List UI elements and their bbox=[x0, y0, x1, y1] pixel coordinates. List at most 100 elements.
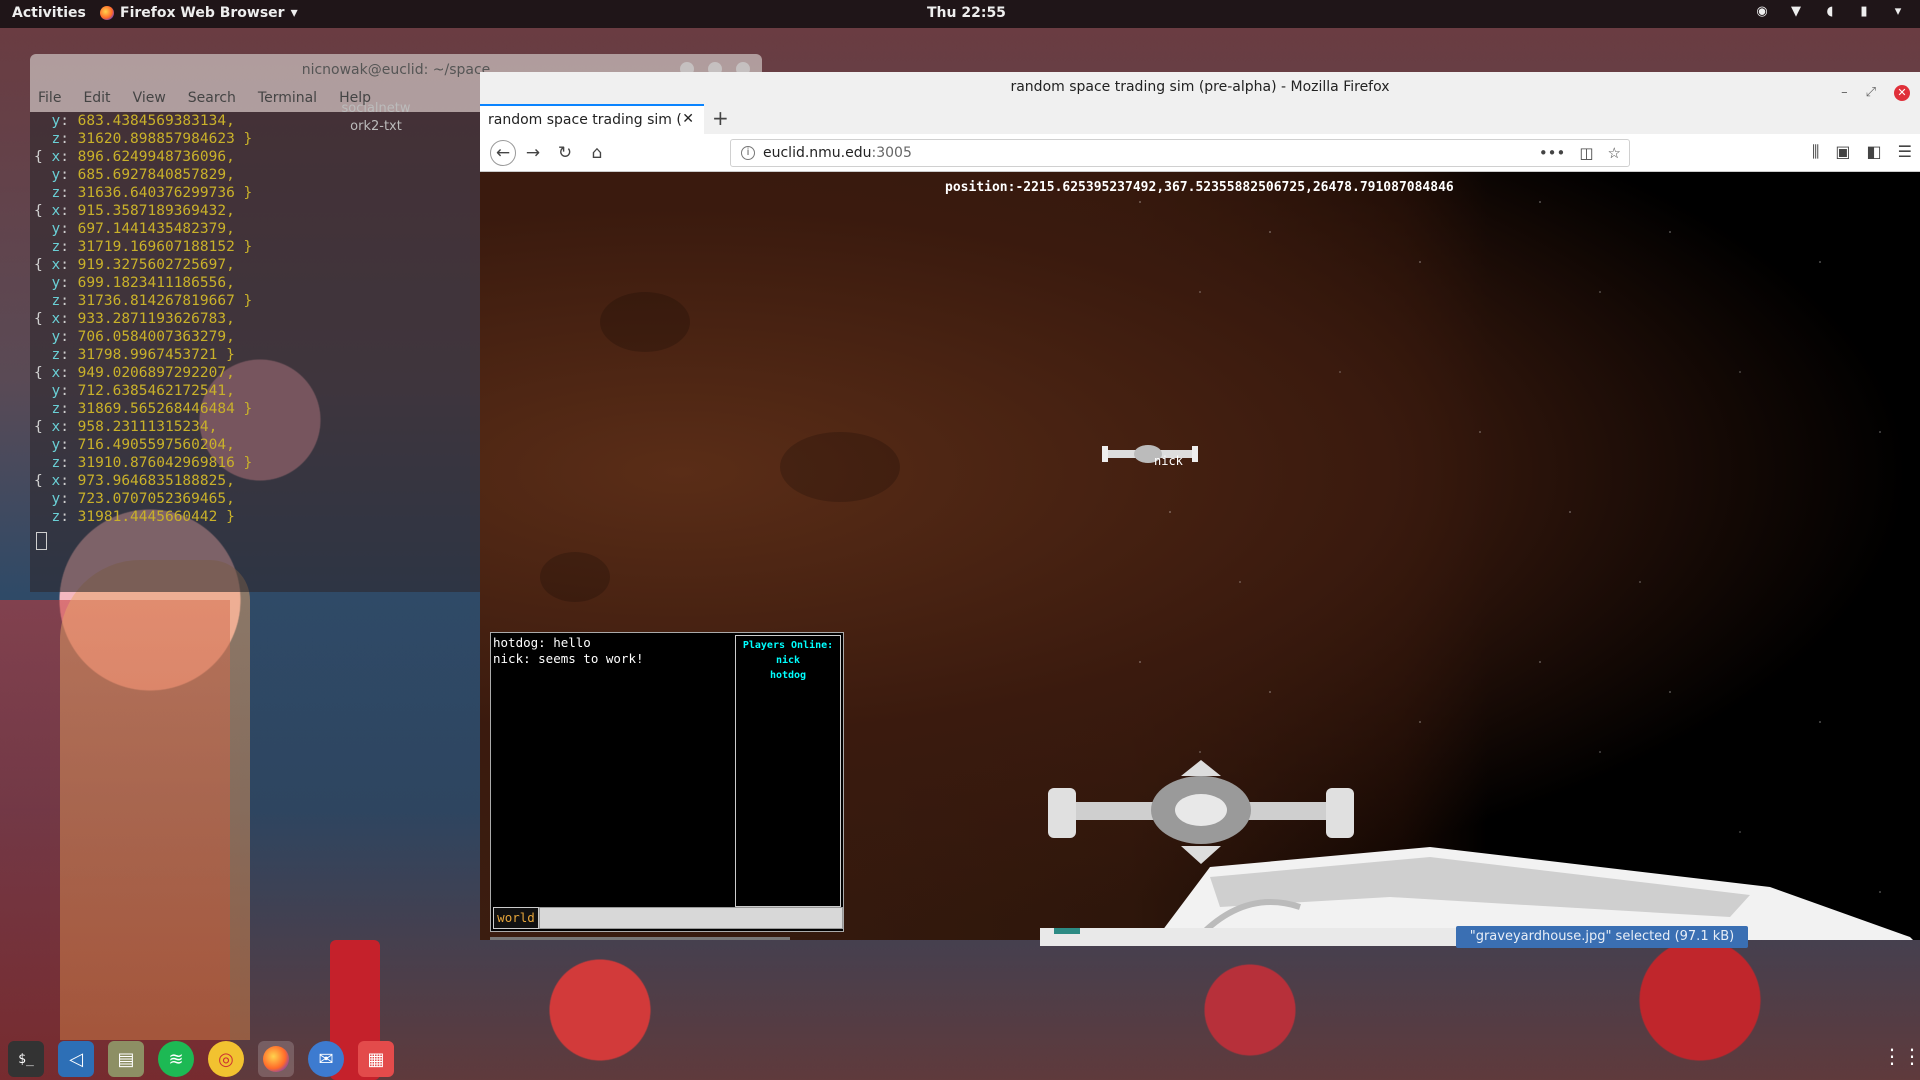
info-icon[interactable]: i bbox=[741, 146, 755, 160]
forward-icon[interactable]: → bbox=[522, 142, 544, 164]
url-bar[interactable]: i euclid.nmu.edu:3005 ••• ◫ ☆ bbox=[730, 139, 1630, 167]
terminal-line-value: 716.4905597560204, bbox=[77, 437, 235, 453]
terminal-line-key: z bbox=[51, 455, 61, 471]
terminal-line-separator: : bbox=[60, 383, 78, 399]
new-tab-button[interactable]: + bbox=[712, 106, 729, 130]
chevron-down-icon: ▾ bbox=[290, 5, 298, 21]
chromium-icon[interactable]: ◎ bbox=[208, 1041, 244, 1077]
terminal-line-value: 31798.9967453721 } bbox=[77, 347, 235, 363]
terminal-line: z: 31736.814267819667 } bbox=[34, 292, 480, 310]
system-tray[interactable]: ◉ ▼ ◖ ▮ ▾ bbox=[1754, 4, 1906, 20]
files-icon[interactable]: ▤ bbox=[108, 1041, 144, 1077]
terminal-line-prefix bbox=[34, 275, 51, 291]
menu-file[interactable]: File bbox=[38, 90, 61, 112]
terminal-line-prefix bbox=[34, 221, 51, 237]
clock[interactable]: Thu 22:55 bbox=[927, 5, 1006, 21]
terminal-line-separator: : bbox=[60, 455, 78, 471]
terminal-line-separator: : bbox=[60, 473, 78, 489]
pocket-icon[interactable]: ◫ bbox=[1579, 140, 1593, 166]
menu-edit[interactable]: Edit bbox=[83, 90, 110, 112]
bookmark-star-icon[interactable]: ☆ bbox=[1608, 140, 1621, 166]
tab-active[interactable]: random space trading sim ( ✕ bbox=[480, 104, 704, 134]
terminal-line-key: z bbox=[51, 509, 61, 525]
back-icon[interactable]: ← bbox=[490, 140, 516, 166]
terminal-line-value: 933.2871193626783, bbox=[77, 311, 235, 327]
chevron-down-icon: ▾ bbox=[1894, 4, 1902, 19]
terminal-line-prefix bbox=[34, 509, 51, 525]
terminal-line-prefix bbox=[34, 455, 51, 471]
terminal-line-prefix bbox=[34, 131, 51, 147]
app-menu[interactable]: Firefox Web Browser ▾ bbox=[100, 5, 298, 21]
library-icon[interactable]: ⫼ bbox=[1812, 142, 1819, 162]
position-readout: position:-2215.625395237492,367.52355882… bbox=[945, 180, 1454, 195]
terminal-line: z: 31719.169607188152 } bbox=[34, 238, 480, 256]
firefox-icon[interactable] bbox=[258, 1041, 294, 1077]
terminal-line-separator: : bbox=[60, 365, 78, 381]
terminal-line-key: y bbox=[51, 167, 61, 183]
terminal-line-prefix bbox=[34, 383, 51, 399]
terminal-line-key: y bbox=[51, 383, 61, 399]
terminal-line-prefix bbox=[34, 293, 51, 309]
channel-label[interactable]: world bbox=[493, 907, 539, 929]
firefox-titlebar[interactable]: random space trading sim (pre-alpha) - M… bbox=[480, 72, 1920, 102]
terminal-line-value: 31636.640376299736 } bbox=[77, 185, 253, 201]
chat-panel[interactable]: hotdog: hello nick: seems to work! Playe… bbox=[490, 632, 844, 932]
players-online-list: Players Online: nick hotdog bbox=[735, 635, 841, 907]
menu-search[interactable]: Search bbox=[188, 90, 236, 112]
terminal-line-separator: : bbox=[60, 131, 78, 147]
terminal-line: { x: 933.2871193626783, bbox=[34, 310, 480, 328]
player-entry: hotdog bbox=[769, 670, 807, 681]
terminal-output[interactable]: y: 683.4384569383134, z: 31620.898857984… bbox=[30, 112, 480, 592]
vscode-icon[interactable]: ◁ bbox=[58, 1041, 94, 1077]
terminal-line: { x: 949.0206897292207, bbox=[34, 364, 480, 382]
terminal-line: y: 716.4905597560204, bbox=[34, 436, 480, 454]
terminal-line-prefix bbox=[34, 167, 51, 183]
terminal-line: y: 697.1441435482379, bbox=[34, 220, 480, 238]
terminal-line-value: 973.9646835188825, bbox=[77, 473, 235, 489]
terminal-line-prefix bbox=[34, 437, 51, 453]
chat-icon[interactable]: ◉ bbox=[1754, 4, 1770, 20]
spotify-icon[interactable]: ≋ bbox=[158, 1041, 194, 1077]
terminal-line-key: x bbox=[51, 311, 61, 327]
window-title: random space trading sim (pre-alpha) - M… bbox=[1010, 79, 1390, 95]
terminal-line-prefix: { bbox=[34, 473, 52, 489]
game-canvas[interactable]: position:-2215.625395237492,367.52355882… bbox=[480, 172, 1920, 940]
player-ship-nick[interactable] bbox=[1100, 440, 1200, 468]
show-applications-icon[interactable]: ⋮⋮⋮ bbox=[1882, 1044, 1920, 1070]
planet-crater bbox=[540, 552, 610, 602]
terminal-cursor bbox=[36, 532, 47, 550]
menu-view[interactable]: View bbox=[133, 90, 166, 112]
menu-terminal[interactable]: Terminal bbox=[258, 90, 317, 112]
reload-icon[interactable]: ↻ bbox=[554, 142, 576, 164]
terminal-line-key: x bbox=[51, 365, 61, 381]
sidebar-icon[interactable]: ▣ bbox=[1835, 142, 1850, 162]
hamburger-menu-icon[interactable]: ☰ bbox=[1898, 142, 1912, 162]
image-viewer-icon[interactable]: ▦ bbox=[358, 1041, 394, 1077]
extension-icon[interactable]: ◧ bbox=[1867, 142, 1882, 162]
desktop-file-label[interactable]: socialnetw ork2-txt bbox=[326, 100, 426, 136]
close-tab-icon[interactable]: ✕ bbox=[682, 111, 694, 127]
home-icon[interactable]: ⌂ bbox=[586, 142, 608, 164]
terminal-line-key: z bbox=[51, 185, 61, 201]
close-icon[interactable]: ✕ bbox=[1894, 85, 1910, 101]
chat-message: hotdog: hello bbox=[493, 635, 591, 650]
terminal-line-separator: : bbox=[60, 401, 78, 417]
thunderbird-icon[interactable]: ✉ bbox=[308, 1041, 344, 1077]
terminal-line-key: y bbox=[51, 437, 61, 453]
terminal-line-key: z bbox=[51, 347, 61, 363]
top-bar: Activities Firefox Web Browser ▾ Thu 22:… bbox=[0, 0, 1920, 28]
players-header: Players Online: bbox=[742, 640, 834, 651]
terminal-line-separator: : bbox=[60, 221, 78, 237]
terminal-line: { x: 896.6249948736096, bbox=[34, 148, 480, 166]
page-actions-icon[interactable]: ••• bbox=[1539, 140, 1566, 166]
terminal-line-value: 919.3275602725697, bbox=[77, 257, 235, 273]
terminal-line-key: z bbox=[51, 293, 61, 309]
terminal-icon[interactable]: $_ bbox=[8, 1041, 44, 1077]
terminal-line-key: y bbox=[51, 113, 61, 129]
chat-message: nick: seems to work! bbox=[493, 651, 644, 666]
activities-button[interactable]: Activities bbox=[12, 5, 86, 21]
battery-icon: ▮ bbox=[1860, 4, 1868, 19]
chat-input[interactable] bbox=[539, 907, 843, 929]
firefox-window[interactable]: random space trading sim (pre-alpha) - M… bbox=[480, 72, 1920, 940]
terminal-line-prefix: { bbox=[34, 365, 52, 381]
